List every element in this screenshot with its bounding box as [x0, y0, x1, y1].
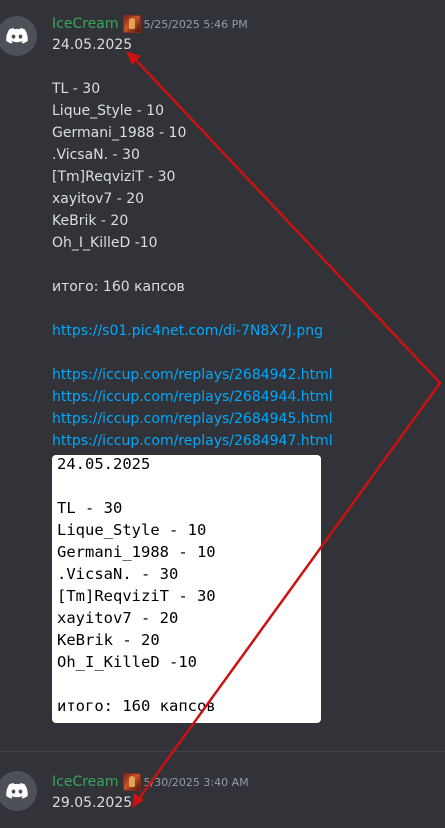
replay-link[interactable]: https://iccup.com/replays/2684944.html: [52, 386, 333, 408]
attachment-text-line: итого: 160 капсов: [57, 697, 216, 715]
attachment-text-line: .VicsaN. - 30: [57, 565, 179, 583]
image-attachment[interactable]: 24.05.2025 TL - 30 Lique_Style - 10 Germ…: [52, 455, 321, 723]
timestamp: 5/30/2025 3:40 AM: [143, 775, 249, 789]
annotation-arrowhead: [132, 793, 144, 808]
message-text-line: 24.05.2025: [52, 37, 133, 53]
message-text-line: [Tm]ReqviziT - 30: [52, 169, 176, 185]
attachment-text-line: xayitov7 - 20: [57, 609, 179, 627]
message-text-line: KeBrik - 20: [52, 213, 129, 229]
discord-logo-icon: [6, 783, 28, 799]
message-text-line: Lique_Style - 10: [52, 103, 164, 119]
attachment-text-line: [Tm]ReqviziT - 30: [57, 587, 216, 605]
message-text-line: xayitov7 - 20: [52, 191, 145, 207]
attachment-text-line: KeBrik - 20: [57, 631, 160, 649]
message-text-line: TL - 30: [52, 81, 101, 97]
replay-link[interactable]: https://iccup.com/replays/2684942.html: [52, 364, 333, 386]
message-text-line: 29.05.2025: [52, 795, 133, 811]
message-text-line: .VicsaN. - 30: [52, 147, 140, 163]
attachment-text-line: Lique_Style - 10: [57, 521, 207, 539]
role-badge-icon[interactable]: [122, 15, 141, 33]
attachment-text-line: Germani_1988 - 10: [57, 543, 216, 561]
replay-link[interactable]: https://iccup.com/replays/2684947.html: [52, 430, 333, 452]
username[interactable]: IceCream: [52, 16, 119, 32]
attachment-text-line: Oh_I_KilleD -10: [57, 653, 197, 671]
role-badge-icon[interactable]: [122, 773, 141, 791]
avatar[interactable]: [0, 16, 37, 56]
timestamp: 5/25/2025 5:46 PM: [143, 17, 248, 31]
message-header: IceCream 5/25/2025 5:46 PM: [52, 13, 248, 35]
attachment-text-line: TL - 30: [57, 499, 123, 517]
avatar[interactable]: [0, 771, 37, 811]
message-divider: [0, 751, 445, 752]
attachment-text-line: 24.05.2025: [57, 455, 151, 473]
username[interactable]: IceCream: [52, 774, 119, 790]
replay-link[interactable]: https://iccup.com/replays/2684945.html: [52, 408, 333, 430]
message-text-line: итого: 160 капсов: [52, 279, 185, 295]
message-text-line: Germani_1988 - 10: [52, 125, 187, 141]
message-text-line: Oh_I_KilleD -10: [52, 235, 158, 251]
image-link[interactable]: https://s01.pic4net.com/di-7N8X7J.png: [52, 320, 323, 342]
discord-logo-icon: [6, 28, 28, 44]
message-header: IceCream 5/30/2025 3:40 AM: [52, 771, 249, 793]
